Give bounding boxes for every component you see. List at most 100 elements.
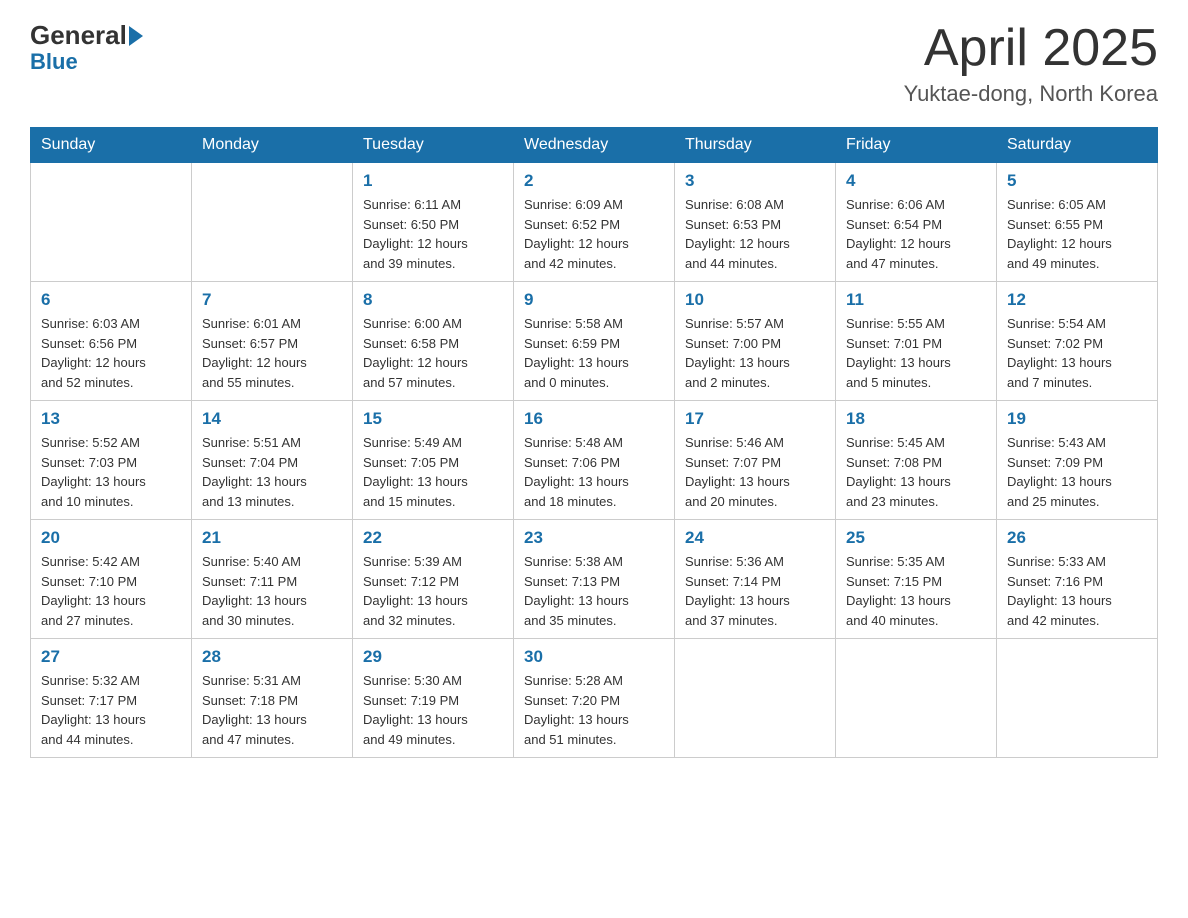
day-info: Sunrise: 5:38 AMSunset: 7:13 PMDaylight:… [524, 552, 664, 630]
day-number: 25 [846, 528, 986, 548]
weekday-header-friday: Friday [836, 128, 997, 163]
location-title: Yuktae-dong, North Korea [904, 81, 1158, 107]
logo-general: General [30, 20, 127, 51]
day-info: Sunrise: 5:31 AMSunset: 7:18 PMDaylight:… [202, 671, 342, 749]
calendar-cell: 23Sunrise: 5:38 AMSunset: 7:13 PMDayligh… [514, 520, 675, 639]
calendar-cell: 12 Sunrise: 5:54 AMSunset: 7:02 PMDayligh… [997, 282, 1158, 401]
calendar-cell: 6 Sunrise: 6:03 AMSunset: 6:56 PMDaylight… [31, 282, 192, 401]
calendar-cell: 8 Sunrise: 6:00 AMSunset: 6:58 PMDaylight… [353, 282, 514, 401]
day-info: Sunrise: 5:28 AMSunset: 7:20 PMDaylight:… [524, 671, 664, 749]
day-number: 15 [363, 409, 503, 429]
weekday-header-sunday: Sunday [31, 128, 192, 163]
weekday-header-thursday: Thursday [675, 128, 836, 163]
day-info: Sunrise: 6:06 AMSunset: 6:54 PMDaylight:… [846, 195, 986, 273]
day-info: Sunrise: 5:45 AMSunset: 7:08 PMDaylight:… [846, 433, 986, 511]
day-number: 26 [1007, 528, 1147, 548]
day-info: Sunrise: 5:58 AMSunset: 6:59 PMDaylight:… [524, 314, 664, 392]
calendar-table: SundayMondayTuesdayWednesdayThursdayFrid… [30, 127, 1158, 758]
day-number: 14 [202, 409, 342, 429]
day-info: Sunrise: 5:46 AMSunset: 7:07 PMDaylight:… [685, 433, 825, 511]
day-info: Sunrise: 5:30 AMSunset: 7:19 PMDaylight:… [363, 671, 503, 749]
day-info: Sunrise: 5:32 AMSunset: 7:17 PMDaylight:… [41, 671, 181, 749]
week-row-2: 6 Sunrise: 6:03 AMSunset: 6:56 PMDaylight… [31, 282, 1158, 401]
week-row-1: 1Sunrise: 6:11 AMSunset: 6:50 PMDaylight… [31, 163, 1158, 282]
calendar-cell: 7 Sunrise: 6:01 AMSunset: 6:57 PMDaylight… [192, 282, 353, 401]
day-info: Sunrise: 5:35 AMSunset: 7:15 PMDaylight:… [846, 552, 986, 630]
day-number: 2 [524, 171, 664, 191]
day-number: 8 [363, 290, 503, 310]
day-number: 5 [1007, 171, 1147, 191]
calendar-cell: 25 Sunrise: 5:35 AMSunset: 7:15 PMDayligh… [836, 520, 997, 639]
calendar-cell [31, 163, 192, 282]
day-number: 6 [41, 290, 181, 310]
calendar-cell: 4 Sunrise: 6:06 AMSunset: 6:54 PMDaylight… [836, 163, 997, 282]
day-number: 19 [1007, 409, 1147, 429]
day-number: 12 [1007, 290, 1147, 310]
day-number: 18 [846, 409, 986, 429]
logo: General Blue [30, 20, 143, 75]
day-info: Sunrise: 6:09 AMSunset: 6:52 PMDaylight:… [524, 195, 664, 273]
calendar-cell: 19Sunrise: 5:43 AMSunset: 7:09 PMDayligh… [997, 401, 1158, 520]
calendar-cell: 1Sunrise: 6:11 AMSunset: 6:50 PMDaylight… [353, 163, 514, 282]
day-number: 29 [363, 647, 503, 667]
day-info: Sunrise: 6:00 AMSunset: 6:58 PMDaylight:… [363, 314, 503, 392]
day-number: 21 [202, 528, 342, 548]
logo-text: General [30, 20, 143, 51]
weekday-header-tuesday: Tuesday [353, 128, 514, 163]
calendar-cell: 26 Sunrise: 5:33 AMSunset: 7:16 PMDayligh… [997, 520, 1158, 639]
day-number: 4 [846, 171, 986, 191]
day-number: 9 [524, 290, 664, 310]
day-number: 7 [202, 290, 342, 310]
calendar-cell: 13 Sunrise: 5:52 AMSunset: 7:03 PMDayligh… [31, 401, 192, 520]
day-number: 17 [685, 409, 825, 429]
day-number: 16 [524, 409, 664, 429]
weekday-header-row: SundayMondayTuesdayWednesdayThursdayFrid… [31, 128, 1158, 163]
day-info: Sunrise: 5:52 AMSunset: 7:03 PMDaylight:… [41, 433, 181, 511]
day-number: 11 [846, 290, 986, 310]
calendar-cell: 3 Sunrise: 6:08 AMSunset: 6:53 PMDaylight… [675, 163, 836, 282]
day-info: Sunrise: 6:01 AMSunset: 6:57 PMDaylight:… [202, 314, 342, 392]
calendar-cell: 16 Sunrise: 5:48 AMSunset: 7:06 PMDayligh… [514, 401, 675, 520]
calendar-cell: 29 Sunrise: 5:30 AMSunset: 7:19 PMDayligh… [353, 639, 514, 758]
calendar-cell [192, 163, 353, 282]
calendar-cell [675, 639, 836, 758]
calendar-cell [836, 639, 997, 758]
calendar-cell: 24Sunrise: 5:36 AMSunset: 7:14 PMDayligh… [675, 520, 836, 639]
calendar-cell: 22 Sunrise: 5:39 AMSunset: 7:12 PMDayligh… [353, 520, 514, 639]
calendar-cell: 9 Sunrise: 5:58 AMSunset: 6:59 PMDaylight… [514, 282, 675, 401]
day-number: 28 [202, 647, 342, 667]
calendar-cell: 17 Sunrise: 5:46 AMSunset: 7:07 PMDayligh… [675, 401, 836, 520]
calendar-cell: 30Sunrise: 5:28 AMSunset: 7:20 PMDayligh… [514, 639, 675, 758]
day-number: 10 [685, 290, 825, 310]
day-info: Sunrise: 5:33 AMSunset: 7:16 PMDaylight:… [1007, 552, 1147, 630]
day-info: Sunrise: 6:03 AMSunset: 6:56 PMDaylight:… [41, 314, 181, 392]
day-info: Sunrise: 5:54 AMSunset: 7:02 PMDaylight:… [1007, 314, 1147, 392]
page-header: General Blue April 2025 Yuktae-dong, Nor… [30, 20, 1158, 107]
day-info: Sunrise: 6:05 AMSunset: 6:55 PMDaylight:… [1007, 195, 1147, 273]
weekday-header-wednesday: Wednesday [514, 128, 675, 163]
day-info: Sunrise: 6:08 AMSunset: 6:53 PMDaylight:… [685, 195, 825, 273]
day-number: 20 [41, 528, 181, 548]
day-info: Sunrise: 5:40 AMSunset: 7:11 PMDaylight:… [202, 552, 342, 630]
calendar-cell [997, 639, 1158, 758]
calendar-cell: 10Sunrise: 5:57 AMSunset: 7:00 PMDayligh… [675, 282, 836, 401]
calendar-cell: 28 Sunrise: 5:31 AMSunset: 7:18 PMDayligh… [192, 639, 353, 758]
day-number: 3 [685, 171, 825, 191]
day-number: 22 [363, 528, 503, 548]
day-number: 24 [685, 528, 825, 548]
day-number: 13 [41, 409, 181, 429]
day-info: Sunrise: 5:51 AMSunset: 7:04 PMDaylight:… [202, 433, 342, 511]
calendar-cell: 5 Sunrise: 6:05 AMSunset: 6:55 PMDaylight… [997, 163, 1158, 282]
week-row-4: 20Sunrise: 5:42 AMSunset: 7:10 PMDayligh… [31, 520, 1158, 639]
calendar-cell: 18 Sunrise: 5:45 AMSunset: 7:08 PMDayligh… [836, 401, 997, 520]
logo-underline: Blue [30, 49, 78, 75]
calendar-cell: 14 Sunrise: 5:51 AMSunset: 7:04 PMDayligh… [192, 401, 353, 520]
day-info: Sunrise: 5:49 AMSunset: 7:05 PMDaylight:… [363, 433, 503, 511]
day-info: Sunrise: 5:39 AMSunset: 7:12 PMDaylight:… [363, 552, 503, 630]
calendar-cell: 27Sunrise: 5:32 AMSunset: 7:17 PMDayligh… [31, 639, 192, 758]
weekday-header-saturday: Saturday [997, 128, 1158, 163]
calendar-cell: 20Sunrise: 5:42 AMSunset: 7:10 PMDayligh… [31, 520, 192, 639]
week-row-5: 27Sunrise: 5:32 AMSunset: 7:17 PMDayligh… [31, 639, 1158, 758]
day-info: Sunrise: 5:48 AMSunset: 7:06 PMDaylight:… [524, 433, 664, 511]
calendar-cell: 21 Sunrise: 5:40 AMSunset: 7:11 PMDayligh… [192, 520, 353, 639]
